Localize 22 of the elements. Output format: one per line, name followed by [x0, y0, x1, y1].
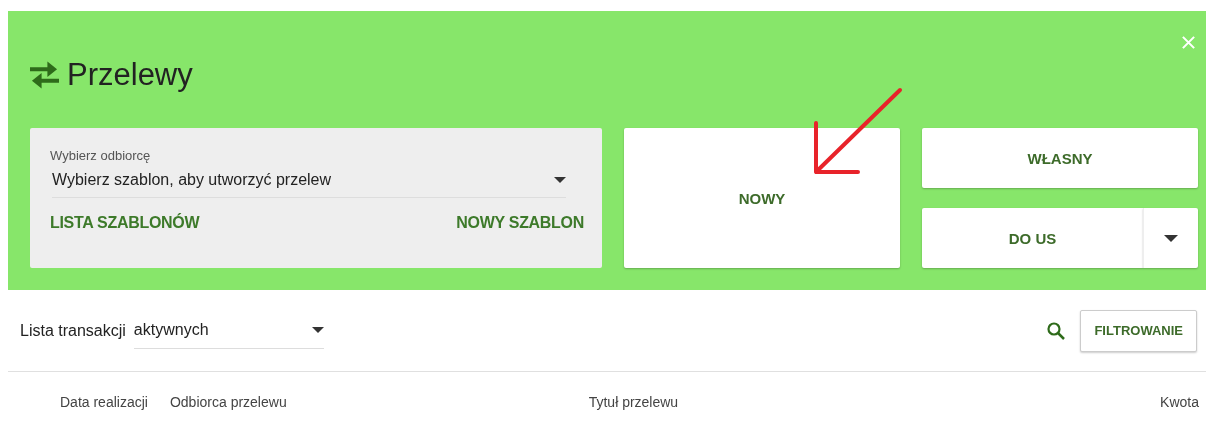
- column-header: Odbiorca przelewu: [169, 394, 287, 410]
- dropdown-button[interactable]: [1143, 208, 1198, 268]
- caret-icon: [311, 326, 324, 333]
- new-transfer-button[interactable]: NOWY: [624, 128, 900, 268]
- list-label: Lista transakcji: [20, 321, 126, 340]
- template-link[interactable]: LISTA SZABLONÓW: [50, 214, 200, 232]
- template-link[interactable]: NOWY SZABLON: [456, 214, 584, 232]
- column-header: Data realizacji: [60, 394, 148, 410]
- column-header: Kwota: [1160, 394, 1199, 410]
- field-label: Wybierz odbiorcę: [50, 148, 152, 163]
- transfer-arrows-icon: [30, 60, 59, 90]
- search-icon[interactable]: [1047, 321, 1066, 340]
- own-transfer-button[interactable]: WŁASNY: [922, 128, 1198, 188]
- status-select[interactable]: aktywnych: [133, 312, 324, 349]
- caret-icon: [554, 177, 566, 183]
- template-select[interactable]: Wybierz szablon, aby utworzyć przelew: [52, 171, 566, 198]
- column-header: Tytuł przelewu: [588, 394, 679, 410]
- caret-icon: [1164, 234, 1178, 242]
- filter-button[interactable]: FILTROWANIE: [1080, 309, 1197, 352]
- close-icon[interactable]: [1181, 35, 1196, 50]
- tax-transfer-button[interactable]: DO US: [922, 208, 1143, 268]
- page-title: Przelewy: [67, 57, 193, 93]
